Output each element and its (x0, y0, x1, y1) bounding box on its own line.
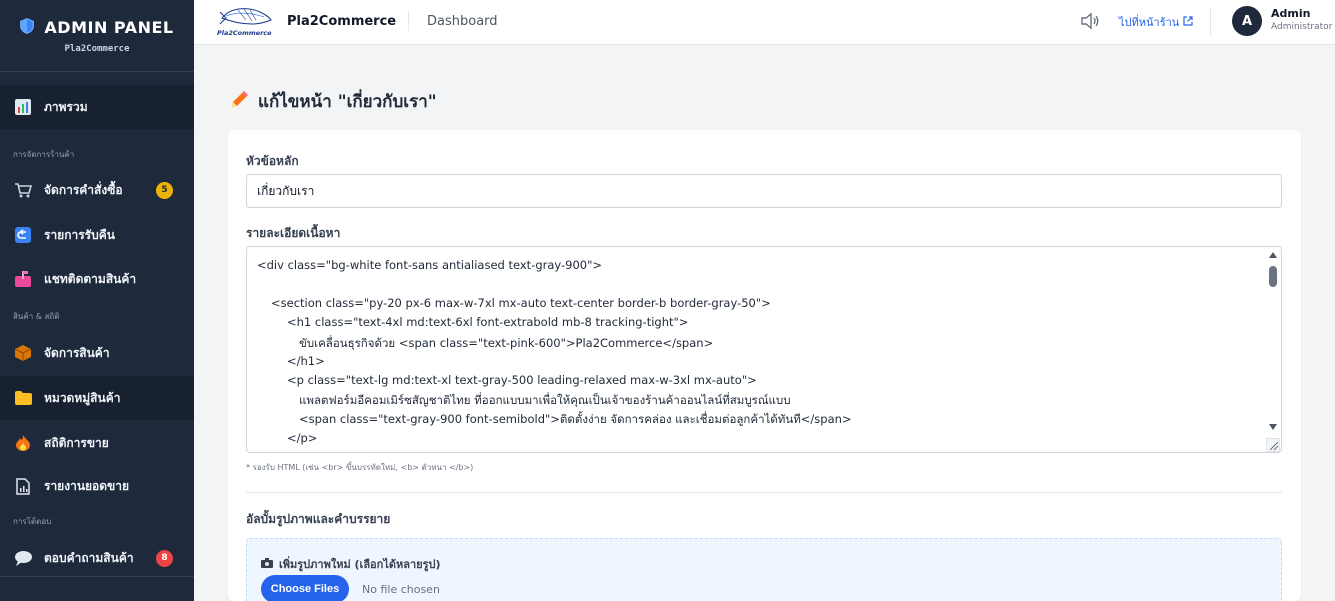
go-to-store-link[interactable]: ไปที่หน้าร้าน (1119, 13, 1193, 31)
content-label: รายละเอียดเนื้อหา (246, 226, 341, 240)
store-logo[interactable]: Pla2Commerce (216, 4, 272, 38)
textarea-scrollbar[interactable] (1265, 247, 1281, 437)
user-name: Admin (1271, 7, 1311, 20)
upload-label-text: เพิ่มรูปภาพใหม่ (เลือกได้หลายรูป) (279, 558, 441, 571)
avatar[interactable]: A (1232, 6, 1262, 36)
scroll-up-arrow-icon[interactable] (1269, 252, 1277, 258)
scroll-down-arrow-icon[interactable] (1269, 424, 1277, 430)
header-page-title: Dashboard (427, 14, 498, 29)
fire-icon (14, 434, 32, 452)
upload-label: เพิ่มรูปภาพใหม่ (เลือกได้หลายรูป) (261, 555, 441, 573)
report-icon (14, 477, 32, 495)
user-role: Administrator (1271, 22, 1333, 32)
section-divider (246, 492, 1282, 493)
sidebar-item-label: จัดการสินค้า (44, 345, 110, 360)
code-line: แพลตฟอร์มอีคอมเมิร์ซสัญชาติไทย ที่ออกแบบ… (299, 393, 791, 407)
sidebar-item-label: แชทติดตามสินค้า (44, 271, 137, 286)
heading-label: หัวข้อหลัก (246, 154, 299, 168)
upload-dropzone[interactable]: เพิ่มรูปภาพใหม่ (เลือกได้หลายรูป) Choose… (246, 538, 1282, 601)
choose-files-button[interactable]: Choose Files (261, 575, 349, 601)
header-divider-user (1210, 8, 1211, 36)
header-divider (408, 11, 409, 31)
bar-chart-icon (14, 98, 32, 116)
shopping-cart-icon (14, 181, 32, 199)
sidebar-item-sales-stats[interactable]: สถิติการขาย (0, 421, 194, 465)
code-line: ขับเคลื่อนธุรกิจด้วย <span class="text-p… (299, 336, 714, 350)
qa-count-badge: 8 (156, 549, 173, 567)
sidebar-item-orders[interactable]: จัดการคำสั่งซื้อ 5 (0, 168, 194, 212)
sidebar-item-label: สถิติการขาย (44, 435, 109, 450)
logo-text: Pla2Commerce (217, 29, 272, 37)
code-line: </h1> (287, 354, 325, 368)
file-status: No file chosen (362, 583, 440, 596)
sidebar-subtitle: Pla2Commerce (64, 43, 130, 54)
sidebar-divider (0, 576, 194, 577)
speaker-icon[interactable] (1080, 12, 1100, 30)
page-title-text: แก้ไขหน้า "เกี่ยวกับเรา" (258, 92, 437, 112)
go-to-store-label: ไปที่หน้าร้าน (1119, 16, 1180, 29)
section-title-interaction: การโต้ตอบ (13, 517, 52, 526)
top-header: Pla2Commerce Pla2Commerce Dashboard ไปที… (194, 0, 1335, 45)
album-label: อัลบั้มรูปภาพและคำบรรยาย (246, 512, 391, 526)
sidebar-brand: ADMIN PANEL Pla2Commerce (0, 0, 194, 72)
edit-page-form: หัวข้อหลัก เกี่ยวกับเรา รายละเอียดเนื้อห… (228, 130, 1301, 601)
sidebar-item-label: ภาพรวม (44, 99, 88, 114)
section-title-store: การจัดการร้านค้า (13, 150, 75, 159)
pencil-icon (230, 89, 250, 114)
content-textarea[interactable]: <div class="bg-white font-sans antialias… (246, 246, 1282, 453)
package-icon (14, 344, 32, 362)
code-line: </p> (287, 431, 318, 445)
camera-icon (261, 557, 273, 571)
sidebar-title: ADMIN PANEL (44, 18, 174, 37)
content-hint: * รองรับ HTML (เช่น <br> ขึ้นบรรทัดใหม่,… (246, 463, 474, 472)
mailbox-icon (14, 270, 32, 288)
code-line: <div class="bg-white font-sans antialias… (257, 258, 603, 272)
heading-input[interactable]: เกี่ยวกับเรา (246, 174, 1282, 208)
sidebar-item-label: จัดการคำสั่งซื้อ (44, 182, 123, 197)
section-title-products: สินค้า & สถิติ (13, 312, 60, 321)
sidebar-item-returns[interactable]: รายการรับคืน (0, 213, 194, 257)
folder-icon (14, 389, 32, 407)
sidebar-item-label: ตอบคำถามสินค้า (44, 550, 134, 565)
sidebar-item-label: รายงานยอดขาย (44, 478, 130, 493)
sidebar: ADMIN PANEL Pla2Commerce ภาพรวม การจัดกา… (0, 0, 194, 601)
code-line: <span class="text-gray-900 font-semibold… (299, 412, 852, 426)
sidebar-item-label: รายการรับคืน (44, 227, 115, 242)
scrollbar-thumb[interactable] (1269, 266, 1277, 287)
page-title: แก้ไขหน้า "เกี่ยวกับเรา" (230, 88, 437, 115)
code-line: <p class="text-lg md:text-xl text-gray-5… (287, 373, 757, 387)
external-link-icon (1183, 15, 1193, 29)
code-line: <section class="py-20 px-6 max-w-7xl mx-… (271, 296, 771, 310)
store-name: Pla2Commerce (287, 14, 397, 29)
speech-bubble-icon (14, 549, 32, 567)
return-arrow-icon (14, 226, 32, 244)
shield-icon (20, 17, 35, 38)
sidebar-item-overview[interactable]: ภาพรวม (0, 85, 194, 129)
sidebar-item-products[interactable]: จัดการสินค้า (0, 331, 194, 375)
sidebar-item-sales-report[interactable]: รายงานยอดขาย (0, 464, 194, 508)
sidebar-item-label: หมวดหมู่สินค้า (44, 390, 121, 405)
orders-count-badge: 5 (156, 181, 173, 199)
code-line: <h1 class="text-4xl md:text-6xl font-ext… (287, 315, 689, 329)
sidebar-item-categories[interactable]: หมวดหมู่สินค้า (0, 376, 194, 420)
sidebar-item-chat[interactable]: แชทติดตามสินค้า (0, 257, 194, 301)
sidebar-item-qa[interactable]: ตอบคำถามสินค้า 8 (0, 536, 194, 580)
resize-handle-icon[interactable] (1265, 437, 1281, 452)
